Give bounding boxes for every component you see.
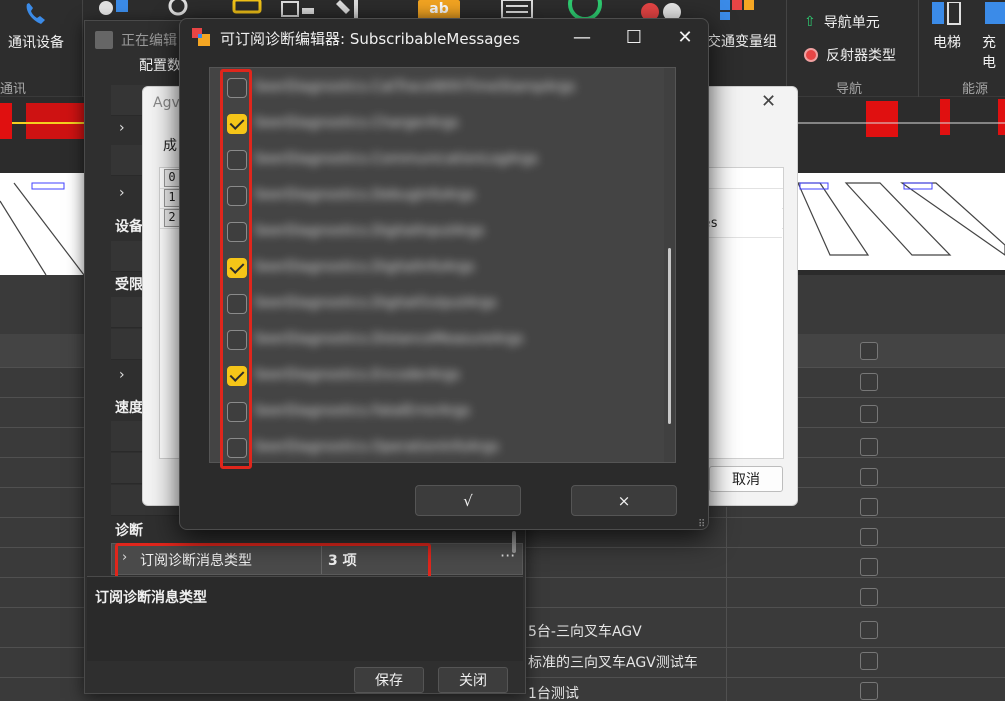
row-checkbox[interactable] bbox=[860, 498, 878, 516]
message-type-label: SeerDiagnostics.CommunicationLogArgs bbox=[254, 151, 539, 167]
message-type-item[interactable]: SeerDiagnostics.DebugInfoArgs bbox=[210, 178, 662, 214]
message-type-label: SeerDiagnostics.FatalErrorArgs bbox=[254, 403, 471, 419]
ribbon-separator bbox=[918, 0, 919, 97]
close-button[interactable]: 关闭 bbox=[438, 667, 508, 693]
reflector-type-button[interactable]: 反射器类型 bbox=[804, 45, 896, 65]
message-type-label: SeerDiagnostics.CatTraceWithTimeStampArg… bbox=[254, 79, 576, 95]
message-type-item[interactable]: SeerDiagnostics.DigitalOutputArgs bbox=[210, 286, 662, 322]
category-diagnostics[interactable]: 诊断 bbox=[115, 520, 143, 540]
mid-dialog-title: Agv bbox=[153, 95, 180, 111]
row-checkbox[interactable] bbox=[860, 588, 878, 606]
message-type-item[interactable]: SeerDiagnostics.DistanceMeasureArgs bbox=[210, 322, 662, 358]
table-col-divider bbox=[726, 507, 727, 701]
row-checkbox[interactable] bbox=[860, 621, 878, 639]
message-type-label: SeerDiagnostics.DebugInfoArgs bbox=[254, 187, 476, 203]
row-checkbox[interactable] bbox=[860, 528, 878, 546]
comm-device-button[interactable]: 通讯设备 bbox=[8, 0, 64, 52]
robot-icon[interactable] bbox=[232, 0, 262, 18]
ribbon-separator bbox=[786, 0, 787, 97]
subscribable-editor-dialog: 可订阅诊断编辑器: SubscribableMessages — ☐ ✕ See… bbox=[179, 18, 709, 530]
message-type-label: SeerDiagnostics.ChargerArgs bbox=[254, 115, 459, 131]
nav-unit-icon: ⇧ bbox=[804, 14, 816, 30]
grid-icon[interactable] bbox=[718, 0, 758, 26]
row-checkbox[interactable] bbox=[860, 558, 878, 576]
variable-group-button[interactable]: 交通变量组 bbox=[707, 31, 777, 51]
agv-desc-cell: 1台测试 bbox=[528, 686, 579, 701]
row-checkbox[interactable] bbox=[860, 468, 878, 486]
category-limit[interactable]: 受限 bbox=[115, 274, 143, 294]
app-logo-icon bbox=[95, 31, 113, 49]
ribbon-group-nav: 导航 bbox=[836, 82, 863, 97]
highlight-box bbox=[115, 543, 431, 579]
property-scrollbar[interactable] bbox=[512, 531, 516, 553]
mid-close-icon[interactable]: ✕ bbox=[761, 91, 776, 112]
reflector-icon bbox=[804, 48, 818, 62]
checkbox-highlight-box bbox=[220, 69, 252, 469]
message-type-label: SeerDiagnostics.EncoderArgs bbox=[254, 367, 461, 383]
ribbon-group-comm: 通讯 bbox=[0, 82, 27, 97]
scrollbar-thumb[interactable] bbox=[668, 248, 671, 424]
message-type-label: SeerDiagnostics.OperationInfoArgs bbox=[254, 439, 499, 455]
minimize-button[interactable]: — bbox=[564, 23, 600, 51]
elevator-icon bbox=[930, 0, 964, 30]
ok-button[interactable]: √ bbox=[415, 485, 521, 516]
phone-icon bbox=[19, 0, 53, 30]
message-type-label: SeerDiagnostics.DigitalInfoArgs bbox=[254, 259, 475, 275]
message-type-item[interactable]: SeerDiagnostics.EncoderArgs bbox=[210, 358, 662, 394]
save-button[interactable]: 保存 bbox=[354, 667, 424, 693]
charger-icon bbox=[983, 0, 1005, 30]
row-checkbox[interactable] bbox=[860, 405, 878, 423]
row-checkbox[interactable] bbox=[860, 342, 878, 360]
list-scrollbar[interactable] bbox=[664, 68, 675, 462]
ribbon-group-energy: 能源 bbox=[962, 82, 989, 97]
mid-members-label: 成 bbox=[163, 138, 177, 154]
ribbon-separator bbox=[82, 0, 83, 97]
agv-desc-cell: 标准的三向叉车AGV测试车 bbox=[528, 655, 698, 671]
message-type-label: SeerDiagnostics.DigitalOutputArgs bbox=[254, 295, 497, 311]
elevator-button[interactable]: 电梯 bbox=[930, 0, 964, 52]
message-type-label: SeerDiagnostics.DistanceMeasureArgs bbox=[254, 331, 524, 347]
message-type-item[interactable]: SeerDiagnostics.CommunicationLogArgs bbox=[210, 142, 662, 178]
row-checkbox[interactable] bbox=[860, 373, 878, 391]
mid-cancel-button[interactable]: 取消 bbox=[709, 466, 783, 492]
row-checkbox[interactable] bbox=[860, 438, 878, 456]
chevron-right-icon[interactable]: › bbox=[119, 367, 125, 383]
cancel-button[interactable]: × bbox=[571, 485, 677, 516]
category-speed[interactable]: 速度 bbox=[115, 397, 143, 417]
category-device[interactable]: 设备 bbox=[115, 216, 143, 236]
category-config[interactable]: 配置数 bbox=[139, 55, 181, 75]
row-checkbox[interactable] bbox=[860, 652, 878, 670]
message-type-item[interactable]: SeerDiagnostics.DigitalInputArgs bbox=[210, 214, 662, 250]
close-button[interactable]: ✕ bbox=[667, 23, 703, 51]
resize-grip-icon[interactable]: ⠿ bbox=[698, 519, 705, 529]
message-type-item[interactable]: SeerDiagnostics.DigitalInfoArgs bbox=[210, 250, 662, 286]
message-type-item[interactable]: SeerDiagnostics.ChargerArgs bbox=[210, 106, 662, 142]
message-type-item[interactable]: SeerDiagnostics.FatalErrorArgs bbox=[210, 394, 662, 430]
text-tool-icon[interactable]: ab bbox=[418, 0, 460, 20]
message-type-label: SeerDiagnostics.DigitalInputArgs bbox=[254, 223, 485, 239]
chevron-right-icon[interactable]: › bbox=[119, 185, 125, 201]
message-type-item[interactable]: SeerDiagnostics.OperationInfoArgs bbox=[210, 430, 662, 462]
agv-desc-cell: 5台-三向叉车AGV bbox=[528, 624, 642, 640]
nav-unit-button[interactable]: ⇧ 导航单元 bbox=[804, 12, 880, 32]
dialog-title: 可订阅诊断编辑器: SubscribableMessages bbox=[220, 30, 520, 48]
property-description: 订阅诊断消息类型 bbox=[87, 576, 523, 661]
charger-button[interactable]: 充电 bbox=[982, 0, 1005, 72]
message-type-item[interactable]: SeerDiagnostics.CatTraceWithTimeStampArg… bbox=[210, 70, 662, 106]
row-checkbox[interactable] bbox=[860, 682, 878, 700]
app-logo-icon bbox=[192, 28, 210, 46]
maximize-button[interactable]: ☐ bbox=[616, 23, 652, 51]
message-type-list[interactable]: SeerDiagnostics.CatTraceWithTimeStampArg… bbox=[209, 67, 676, 463]
chevron-right-icon[interactable]: › bbox=[119, 120, 125, 136]
